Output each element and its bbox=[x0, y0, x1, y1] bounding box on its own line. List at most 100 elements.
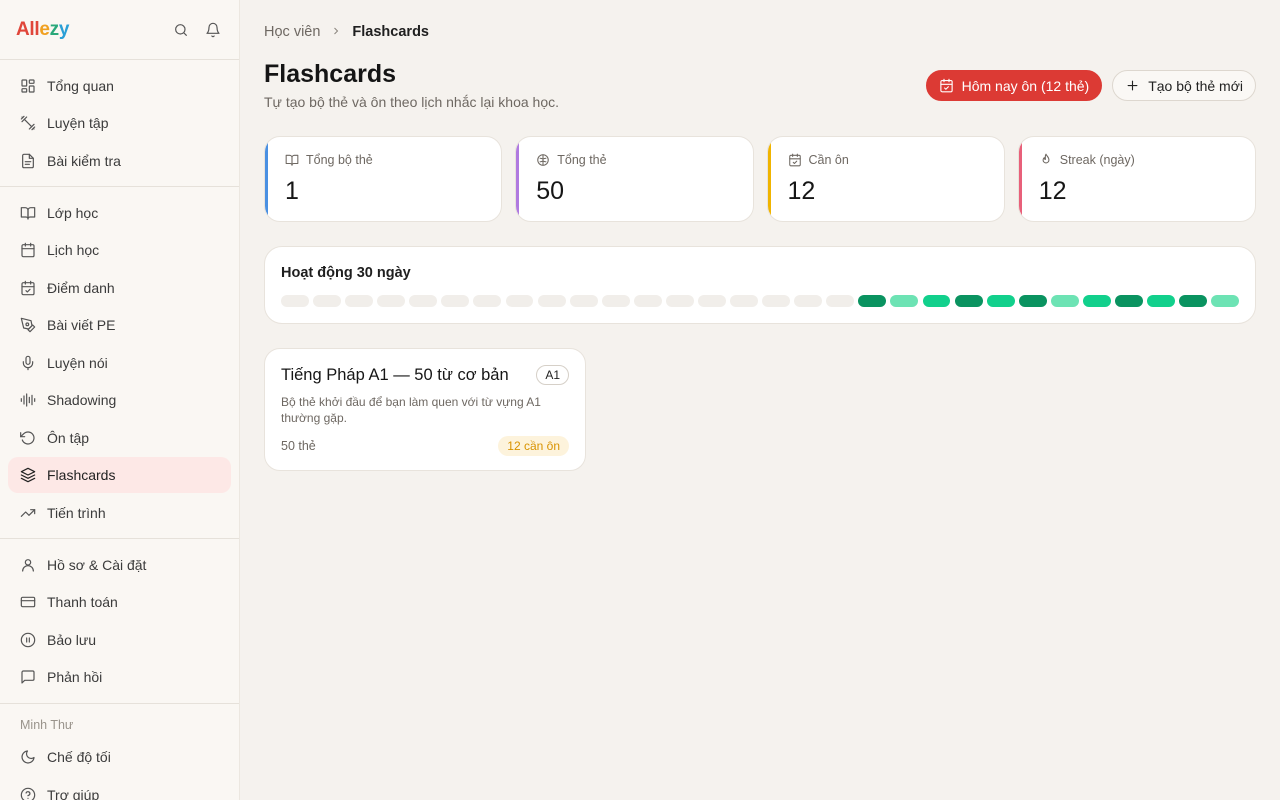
bell-icon[interactable] bbox=[203, 20, 223, 40]
sidebar-item-bao-luu[interactable]: Bảo lưu bbox=[8, 622, 231, 658]
sidebar-item-ho-so-cai-dat[interactable]: Hồ sơ & Cài đặt bbox=[8, 547, 231, 583]
stat-label: Tổng bộ thẻ bbox=[306, 153, 373, 167]
flame-icon bbox=[1039, 153, 1053, 167]
calendar-check-icon bbox=[20, 280, 36, 296]
calendar-icon bbox=[939, 78, 954, 93]
create-deck-label: Tạo bộ thẻ mới bbox=[1148, 77, 1243, 94]
sidebar-item-on-tap[interactable]: Ôn tập bbox=[8, 420, 231, 456]
nav-group: Tổng quan Luyện tập Bài kiểm tra bbox=[0, 60, 239, 187]
nav-group: Hồ sơ & Cài đặt Thanh toán Bảo lưu Phản hồi bbox=[0, 539, 239, 704]
review-today-button[interactable]: Hôm nay ôn (12 thẻ) bbox=[925, 70, 1103, 101]
activity-day bbox=[762, 295, 791, 307]
activity-day bbox=[1050, 295, 1079, 307]
activity-day bbox=[1018, 295, 1047, 307]
message-square-icon bbox=[20, 669, 36, 685]
deck-description: Bộ thẻ khởi đầu để bạn làm quen với từ v… bbox=[281, 395, 541, 425]
stats-row: Tổng bộ thẻ 1 Tổng thẻ 50 Cần ôn 12 Stre… bbox=[264, 136, 1256, 222]
book-open-icon bbox=[285, 153, 299, 167]
sidebar-nav: Tổng quan Luyện tập Bài kiểm tra Lớp học Lịc… bbox=[0, 60, 239, 800]
sidebar-item-lop-hoc[interactable]: Lớp học bbox=[8, 195, 231, 231]
sidebar-item-bai-viet-pe[interactable]: Bài viết PE bbox=[8, 307, 231, 343]
sidebar-item-luyen-tap[interactable]: Luyện tập bbox=[8, 105, 231, 141]
sidebar-item-bai-kiem-tra[interactable]: Bài kiểm tra bbox=[8, 143, 231, 179]
sidebar-item-flashcards[interactable]: Flashcards bbox=[8, 457, 231, 493]
sidebar-item-label: Điểm danh bbox=[47, 279, 115, 296]
sidebar-item-label: Shadowing bbox=[47, 392, 117, 408]
sidebar-item-diem-danh[interactable]: Điểm danh bbox=[8, 270, 231, 306]
sidebar-item-luyen-noi[interactable]: Luyện nói bbox=[8, 345, 231, 381]
activity-day bbox=[313, 295, 341, 307]
stat-card-total-cards: Tổng thẻ 50 bbox=[515, 136, 754, 222]
main-content: Học viên Flashcards Flashcards Tự tạo bộ… bbox=[240, 0, 1280, 800]
activity-day bbox=[601, 295, 630, 307]
brand-row: Allezy bbox=[0, 0, 239, 60]
activity-day bbox=[794, 295, 823, 307]
activity-day bbox=[345, 295, 374, 307]
level-badge: A1 bbox=[536, 365, 569, 385]
sidebar-item-label: Lịch học bbox=[47, 242, 100, 258]
user-name: Minh Thư bbox=[20, 717, 74, 732]
activity-day bbox=[441, 295, 470, 307]
activity-day bbox=[409, 295, 438, 307]
sidebar-item-label: Ôn tập bbox=[47, 429, 90, 446]
activity-day bbox=[730, 295, 758, 307]
sidebar-item-tien-trinh[interactable]: Tiến trình bbox=[8, 495, 231, 531]
stat-value: 12 bbox=[787, 177, 816, 205]
breadcrumb-parent-link[interactable]: Học viên bbox=[264, 24, 320, 40]
sidebar-item-tro-giup[interactable]: Trợ giúp bbox=[8, 777, 231, 800]
stat-card-streak: Streak (ngày) 12 bbox=[1017, 136, 1256, 222]
sidebar-item-label: Bài viết PE bbox=[47, 317, 116, 333]
sidebar-item-lich-hoc[interactable]: Lịch học bbox=[8, 232, 231, 268]
stat-label: Cần ôn bbox=[808, 153, 849, 167]
stat-card-total-decks: Tổng bộ thẻ 1 bbox=[264, 136, 503, 222]
sidebar-item-thanh-toan[interactable]: Thanh toán bbox=[8, 584, 231, 620]
activity-panel: Hoạt động 30 ngày bbox=[264, 246, 1256, 324]
sidebar-item-label: Flashcards bbox=[47, 467, 116, 483]
document-icon bbox=[20, 153, 36, 169]
logo[interactable]: Allezy bbox=[16, 19, 69, 41]
activity-day bbox=[377, 295, 406, 307]
activity-day bbox=[665, 295, 694, 307]
sidebar-item-che-do-toi[interactable]: Chế độ tối bbox=[8, 739, 231, 775]
deck-title: Tiếng Pháp A1 — 50 từ cơ bản bbox=[281, 365, 509, 384]
activity-day bbox=[1147, 295, 1175, 307]
deck-card-count: 50 thẻ bbox=[281, 439, 316, 453]
activity-day bbox=[1179, 295, 1208, 307]
review-today-label: Hôm nay ôn (12 thẻ) bbox=[961, 77, 1090, 94]
sidebar-item-label: Lớp học bbox=[47, 204, 99, 221]
book-open-icon bbox=[20, 205, 36, 221]
activity-day bbox=[505, 295, 534, 307]
brain-icon bbox=[536, 153, 550, 167]
activity-day bbox=[922, 295, 951, 307]
activity-day bbox=[281, 295, 309, 307]
sidebar-item-label: Chế độ tối bbox=[47, 749, 111, 765]
activity-day bbox=[537, 295, 566, 307]
sidebar-item-label: Phản hồi bbox=[47, 669, 103, 685]
brand-icons bbox=[171, 20, 223, 40]
rotate-ccw-icon bbox=[20, 430, 36, 446]
activity-day bbox=[569, 295, 598, 307]
page-subtitle: Tự tạo bộ thẻ và ôn theo lịch nhắc lại k… bbox=[264, 94, 560, 110]
deck-card[interactable]: Tiếng Pháp A1 — 50 từ cơ bản A1 Bộ thẻ k… bbox=[264, 348, 586, 471]
activity-day bbox=[1115, 295, 1143, 307]
activity-day bbox=[890, 295, 919, 307]
plus-icon bbox=[1125, 78, 1140, 93]
sidebar-item-phan-hoi[interactable]: Phản hồi bbox=[8, 659, 231, 695]
nav-group: Lớp học Lịch học Điểm danh Bài viết PE Luyện… bbox=[0, 187, 239, 539]
sidebar-item-label: Tổng quan bbox=[47, 77, 114, 94]
sidebar: Allezy Tổng quan Luyện tập Bài kiểm tra Lớp… bbox=[0, 0, 240, 800]
waveform-icon bbox=[20, 392, 36, 408]
activity-heatmap bbox=[281, 295, 1240, 307]
sidebar-item-tong-quan[interactable]: Tổng quan bbox=[8, 68, 231, 104]
sidebar-item-label: Hồ sơ & Cài đặt bbox=[47, 556, 147, 573]
search-icon[interactable] bbox=[171, 20, 191, 40]
due-badge: 12 cần ôn bbox=[498, 436, 569, 456]
stat-value: 12 bbox=[1038, 177, 1067, 205]
sidebar-item-shadowing[interactable]: Shadowing bbox=[8, 382, 231, 418]
stat-value: 50 bbox=[536, 177, 565, 205]
moon-icon bbox=[20, 749, 36, 765]
pause-circle-icon bbox=[20, 632, 36, 648]
create-deck-button[interactable]: Tạo bộ thẻ mới bbox=[1112, 70, 1256, 101]
stat-label: Streak (ngày) bbox=[1059, 153, 1135, 167]
chevron-right-icon bbox=[330, 24, 342, 40]
